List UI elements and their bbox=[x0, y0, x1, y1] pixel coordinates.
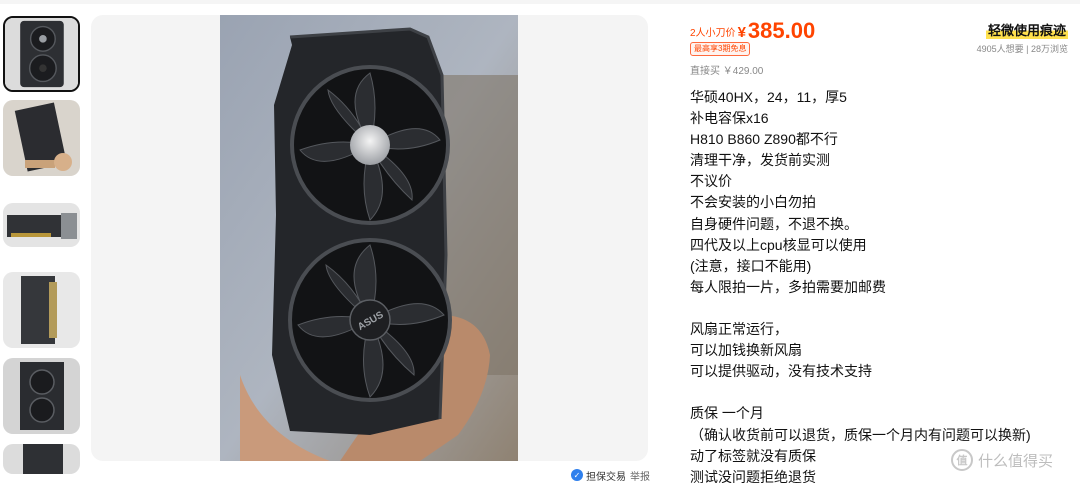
description-line: 不议价 bbox=[690, 173, 732, 190]
popularity-stats: 4905人想要 | 28万浏览 bbox=[976, 44, 1068, 54]
top-divider bbox=[0, 0, 1080, 4]
guarantee-link[interactable]: ✓ 担保交易 bbox=[571, 468, 626, 483]
guarantee-label: 担保交易 bbox=[586, 471, 626, 483]
report-link[interactable]: 举报 bbox=[630, 468, 650, 483]
description-line: 四代及以上cpu核显可以使用 bbox=[690, 236, 867, 253]
installment-badge: 最高享3期免息 bbox=[690, 42, 751, 56]
description-line: 每人限拍一片，多拍需要加邮费 bbox=[690, 278, 886, 295]
thumbnail-3[interactable] bbox=[3, 203, 80, 247]
thumbnail-5[interactable] bbox=[3, 358, 80, 434]
description-line: 清理干净，发货前实测 bbox=[690, 152, 830, 169]
product-photo: ASUS bbox=[220, 15, 518, 461]
direct-buy-price: 直接买 ￥429.00 bbox=[690, 66, 764, 77]
description-line: 华硕40HX，24，11，厚5 bbox=[690, 89, 847, 105]
shield-check-icon: ✓ bbox=[571, 469, 583, 481]
thumbnail-1[interactable] bbox=[3, 16, 80, 92]
condition-tag: 轻微使用痕迹 bbox=[985, 20, 1068, 39]
description-line: 质保 一个月 bbox=[690, 405, 764, 422]
watermark-logo-icon: 值 bbox=[951, 449, 973, 471]
description-line: （确认收货前可以退货，质保一个月内有问题可以换新) bbox=[690, 426, 1031, 443]
thumbnail-4[interactable] bbox=[3, 272, 80, 348]
description-line: 补电容保x16 bbox=[690, 110, 769, 127]
bargain-price-label: 2人小刀价 bbox=[690, 28, 736, 39]
site-watermark: 值 什么值得买 bbox=[951, 448, 1053, 472]
description-line: (注意，接口不能用) bbox=[690, 257, 812, 274]
watermark-text: 什么值得买 bbox=[978, 452, 1054, 470]
description-line: 风扇正常运行， bbox=[690, 321, 788, 338]
price-row: 2人小刀价 ¥ 385.00 bbox=[690, 15, 815, 43]
main-image-viewer[interactable]: ASUS bbox=[91, 15, 648, 461]
description-line bbox=[690, 298, 1070, 319]
listing-page: ASUS ✓ 担保交易 举报 2人小刀价 ¥ 385.00 最高享3期免息 直接… bbox=[0, 0, 1080, 483]
description-line: 可以加钱换新风扇 bbox=[690, 342, 802, 359]
price-value: 385.00 bbox=[747, 18, 816, 43]
description-line bbox=[690, 382, 1070, 403]
description-line: 不会安装的小白勿拍 bbox=[690, 194, 816, 211]
description-line: 自身硬件问题，不退不换。 bbox=[690, 215, 858, 232]
description-line: 可以提供驱动，没有技术支持 bbox=[690, 363, 872, 380]
description-line: H810 B860 Z890都不行 bbox=[690, 131, 838, 148]
thumbnail-6[interactable] bbox=[3, 444, 80, 474]
thumbnail-2[interactable] bbox=[3, 100, 80, 176]
currency-symbol: ¥ bbox=[737, 24, 746, 41]
thumbnail-strip[interactable] bbox=[0, 14, 84, 474]
item-description: 华硕40HX，24，11，厚5 补电容保x16 H810 B860 Z890都不… bbox=[690, 87, 1070, 483]
